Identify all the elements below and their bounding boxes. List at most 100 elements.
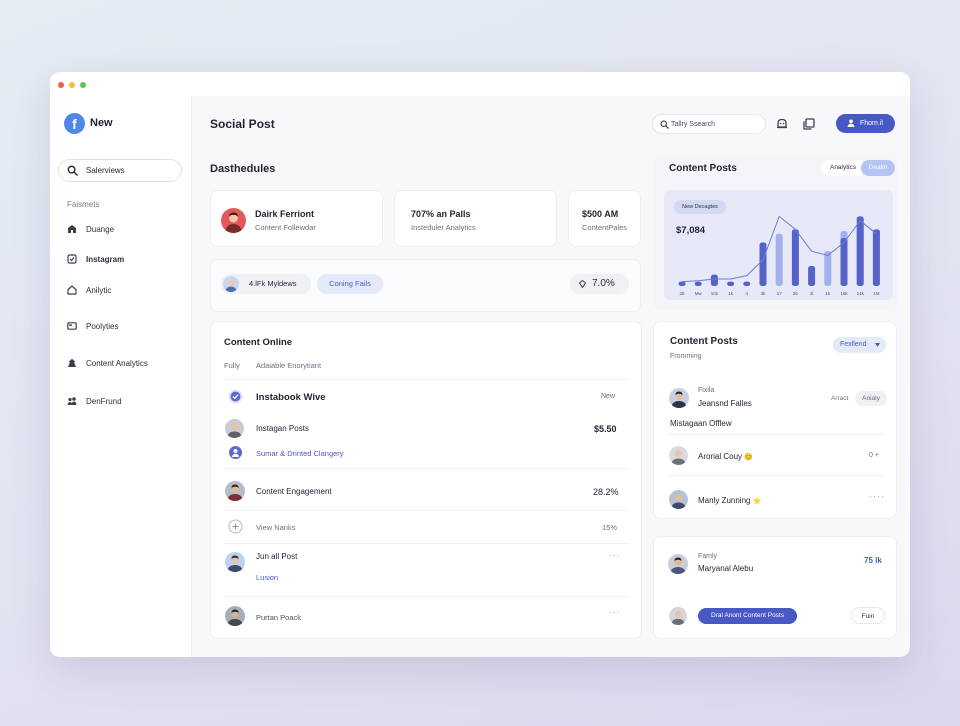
chart-bar: [840, 238, 848, 286]
stat-card-subtitle: ContentPales: [582, 223, 628, 232]
chart-x-tick: 2l: [810, 291, 814, 296]
stat-card[interactable]: Dairk Ferriont Content Follewdar: [210, 190, 383, 247]
chart-bar: [710, 274, 718, 286]
sidebar-item-label: Instagram: [86, 255, 125, 264]
more-options-icon[interactable]: ···: [609, 607, 621, 617]
chart-x-tick: 14k: [857, 291, 865, 296]
sidebar-item-label: Anilytic: [86, 286, 112, 295]
chart-x-tick: 15k: [840, 291, 848, 296]
copy-icon[interactable]: [802, 117, 816, 131]
add-circle-icon[interactable]: [228, 519, 243, 534]
tab-fully[interactable]: Fully: [224, 361, 240, 370]
chart-bar: [808, 265, 816, 286]
secondary-button[interactable]: Fuin: [851, 607, 885, 624]
chart-bar: [775, 233, 783, 286]
chart-x-tick: 3k: [761, 291, 767, 296]
chart-bar: [759, 242, 767, 286]
list-item-link[interactable]: Sumar & Drinted Clangery: [256, 449, 344, 458]
tab-adaiable[interactable]: Adaiable Enorytiant: [256, 361, 321, 370]
chart-area: New Decagtes $7,084 2b Mw 10s 1k 4 3k 1? 2b 2l 1k…: [664, 190, 893, 300]
list-item-name: Arorial Couy 😊: [698, 452, 753, 461]
sidebar-item-content-analytics[interactable]: Content Analytics: [50, 354, 192, 374]
list-item-value[interactable]: 0 +: [869, 452, 879, 459]
sidebar-section-label: Faismets: [67, 200, 100, 209]
featured-badge[interactable]: Anialy: [855, 391, 887, 406]
tag-icon: [579, 280, 586, 288]
avatar: [669, 607, 687, 625]
chart-x-tick: 4: [746, 291, 749, 296]
list-item-title: Purtan Poack: [256, 613, 302, 622]
home-icon: [68, 225, 76, 233]
avatar: [668, 554, 688, 574]
sidebar-search[interactable]: Salerviews: [58, 159, 182, 182]
people-icon: [68, 358, 76, 367]
list-item[interactable]: Manly Zunning ⭐ ····: [654, 489, 898, 511]
bottom-name: Maryanal Alebu: [698, 564, 754, 573]
title-bar: [50, 72, 910, 96]
list-item-value: 28.2%: [593, 487, 619, 497]
content-posts-cta-button[interactable]: Dral Anont Content Posts: [698, 608, 797, 624]
list-item[interactable]: Arorial Couy 😊 0 +: [654, 445, 898, 467]
search-icon: [67, 165, 78, 176]
chart-x-tick: 1k: [728, 291, 734, 296]
sidebar-item-anilytic[interactable]: Anilytic: [50, 281, 192, 301]
featured-action[interactable]: Arract: [831, 395, 848, 402]
filter-dropdown-label: Fexllend: [840, 341, 867, 348]
toggle-analytics[interactable]: Analytics: [821, 160, 865, 176]
stat-card-title: Dairk Ferriont: [255, 209, 315, 219]
list-item[interactable]: Purtan Poack ···: [211, 605, 643, 627]
header-search-input[interactable]: Tallry Ssearch: [652, 114, 766, 134]
avatar: [225, 481, 245, 501]
sidebar-item-denfrund[interactable]: DenFrund: [50, 392, 192, 412]
row-divider: [668, 475, 884, 476]
list-item[interactable]: Instabook Wive New: [211, 386, 643, 408]
sidebar-item-label: Duange: [86, 225, 115, 234]
checkbox-icon: [67, 254, 77, 264]
notification-icon[interactable]: [775, 117, 789, 131]
status-chip[interactable]: Coning Fails: [317, 274, 383, 294]
percent-chip[interactable]: 7.0%: [570, 274, 629, 294]
posts-panel-title: Content Posts: [670, 336, 738, 347]
close-window-dot[interactable]: [58, 82, 64, 88]
user-icon: [847, 119, 855, 127]
toggle-dealin[interactable]: Dealin: [861, 160, 895, 176]
smile-emoji-icon: 😊: [744, 454, 753, 461]
stat-card[interactable]: $500 AM ContentPales: [568, 190, 641, 247]
stat-card-subtitle: Insteduler Analytics: [411, 223, 476, 232]
page-title: Social Post: [210, 117, 275, 131]
list-item-link[interactable]: Lusion: [256, 573, 278, 582]
list-item-value: New: [601, 393, 616, 400]
stat-card-subtitle: Content Follewdar: [255, 223, 316, 232]
maximize-window-dot[interactable]: [80, 82, 86, 88]
group-icon: [67, 397, 77, 405]
list-item[interactable]: Instagan Posts $5.50 Sumar & Drinted Cla…: [211, 416, 643, 464]
stat-card[interactable]: 707% ⁠an Palls Insteduler Analytics: [394, 190, 557, 247]
list-item-title: View Nanks: [256, 523, 296, 532]
star-icon: ⭐: [752, 498, 762, 505]
sidebar-item-label: Poolyties: [86, 322, 119, 331]
user-chip[interactable]: 4.lFk Myldews: [221, 274, 311, 294]
filter-dropdown[interactable]: Fexllend: [833, 337, 886, 353]
chart-bar: [678, 281, 686, 286]
sidebar-search-text: Salerviews: [86, 166, 125, 175]
sidebar-item-duange[interactable]: Duange: [50, 220, 192, 240]
sidebar-item-label: DenFrund: [86, 397, 122, 406]
list-item[interactable]: View Nanks 15%: [211, 516, 643, 538]
sidebar-item-instagram[interactable]: Instagram: [50, 250, 192, 270]
minimize-window-dot[interactable]: [69, 82, 75, 88]
sidebar-item-poolyties[interactable]: Poolyties: [50, 317, 192, 337]
content-online-card: Content Online Fully Adaiable Enorytiant…: [210, 321, 642, 639]
content-online-title: Content Online: [224, 337, 293, 348]
name-text: Arorial Couy: [698, 452, 743, 461]
list-item[interactable]: Content Engagement 28.2%: [211, 479, 643, 501]
chart-x-tick: 1M: [873, 291, 880, 296]
list-item[interactable]: Jun all Post Lusion ···: [211, 550, 643, 590]
avatar: [221, 208, 246, 233]
more-options-icon[interactable]: ···: [609, 550, 621, 560]
list-item-title: Instagan Posts: [256, 424, 309, 433]
list-item-value: 15%: [602, 523, 618, 532]
featured-name: Jeansnd Falles: [698, 399, 752, 408]
list-item-title: Instabook Wive: [256, 392, 326, 403]
profile-button[interactable]: Fhom.il: [836, 114, 895, 133]
more-options-icon[interactable]: ····: [869, 491, 885, 501]
